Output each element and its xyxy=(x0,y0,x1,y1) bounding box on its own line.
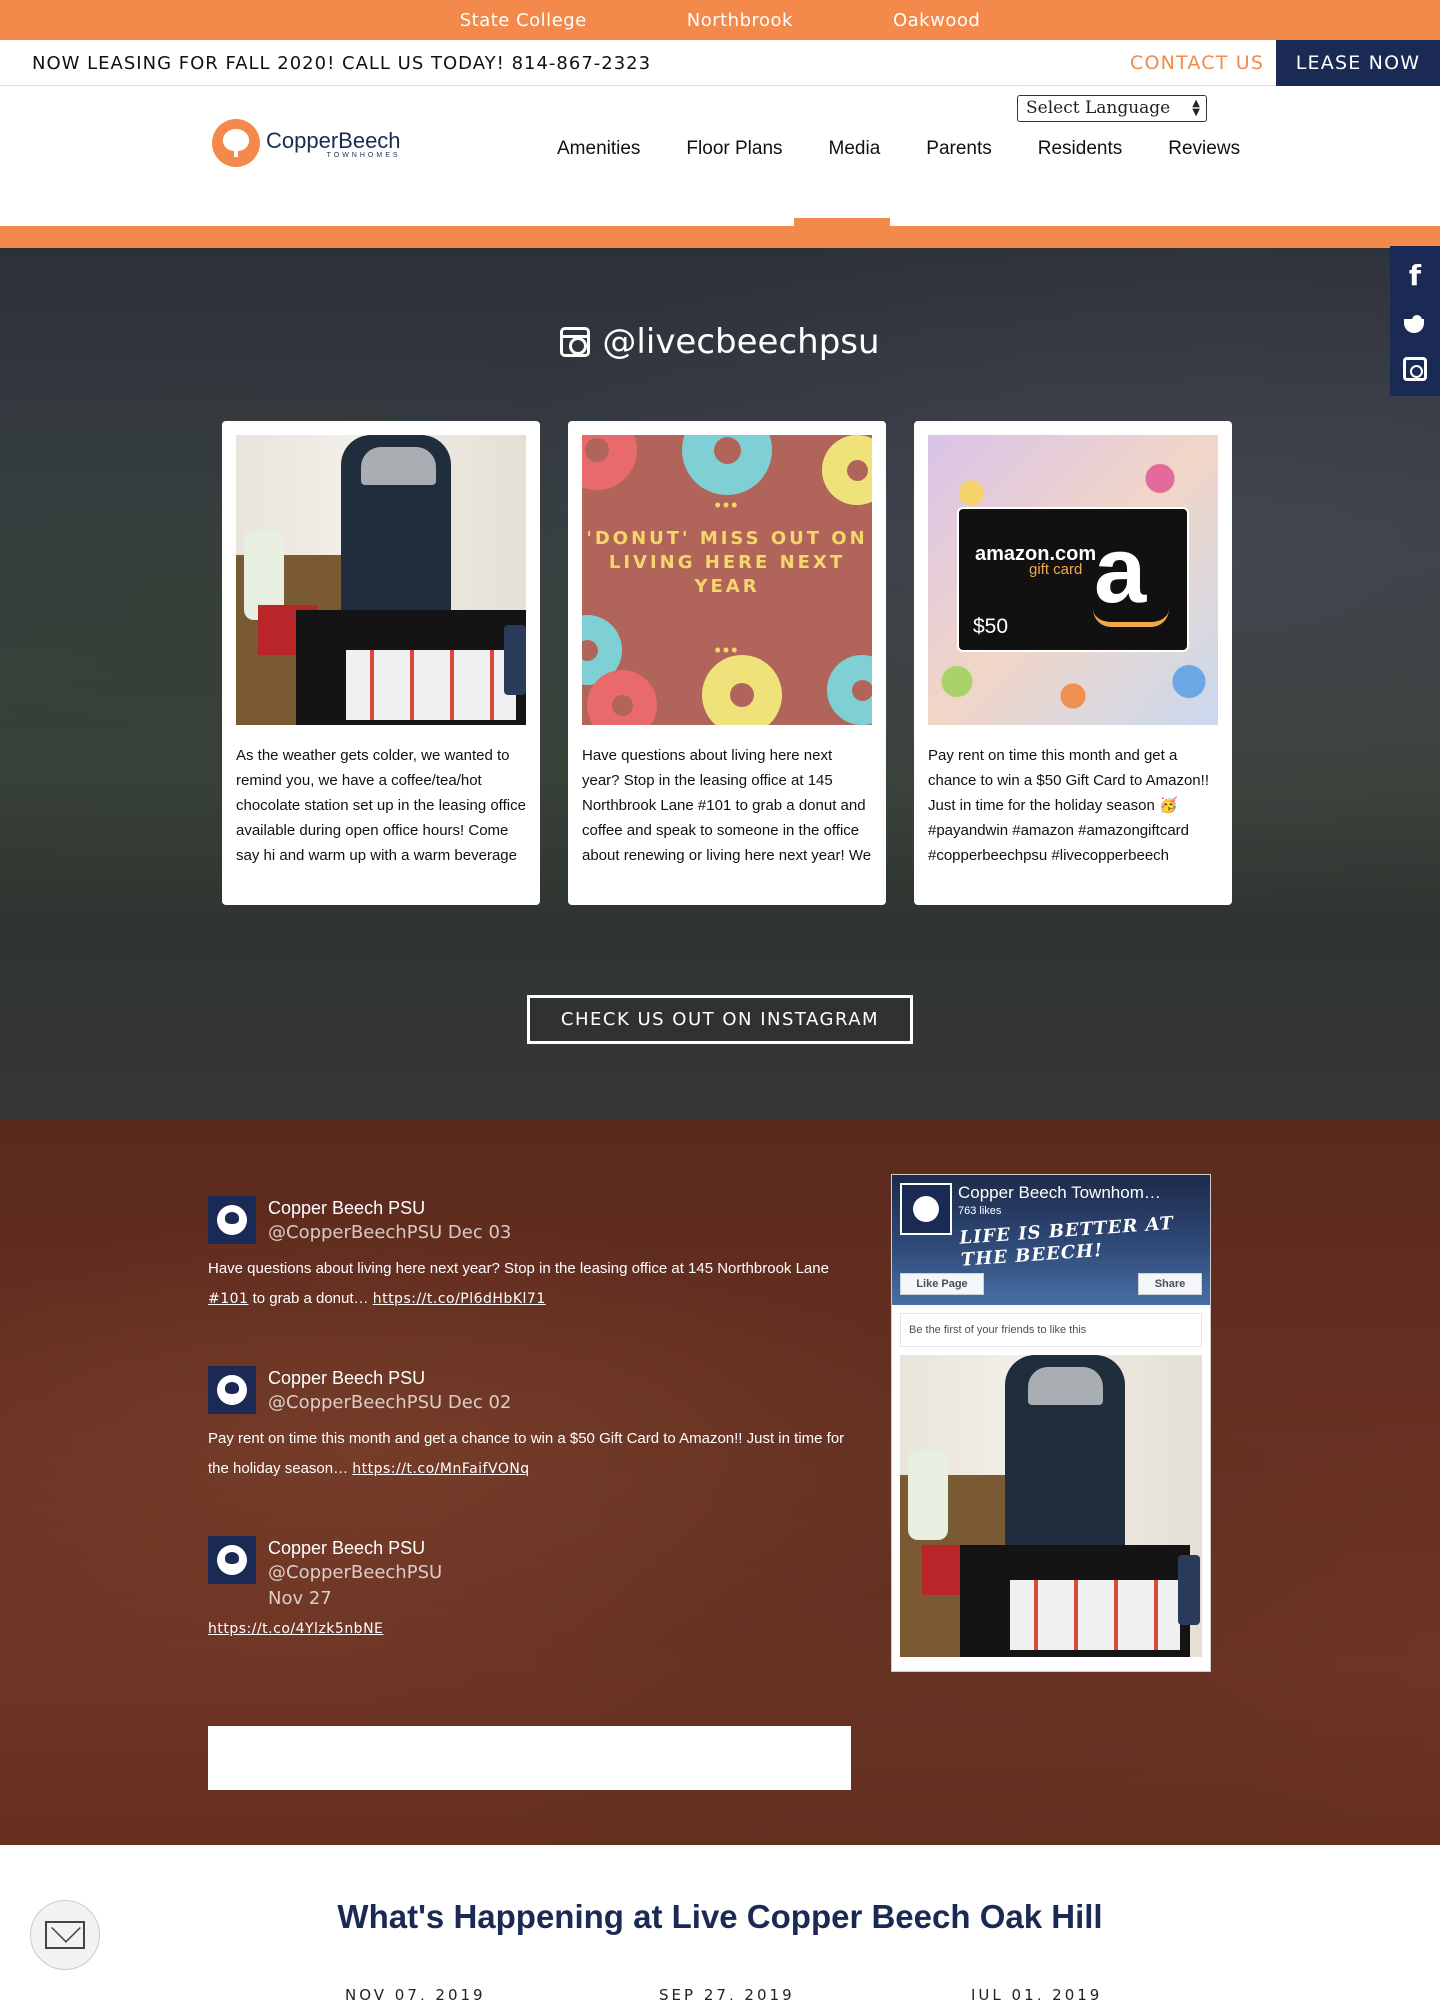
tweet-author[interactable]: Copper Beech PSU xyxy=(268,1536,442,1560)
feed-placeholder-box xyxy=(208,1726,851,1790)
instagram-icon xyxy=(560,327,591,357)
tweet-link[interactable]: https://t.co/4Ylzk5nbNE xyxy=(208,1621,383,1637)
location-link-oakwood[interactable]: Oakwood xyxy=(893,10,980,31)
amazon-logo-letter: a xyxy=(1094,517,1147,622)
instagram-card-caption: Pay rent on time this month and get a ch… xyxy=(928,747,1209,864)
leasing-bar: NOW LEASING FOR FALL 2020! CALL US TODAY… xyxy=(0,40,1440,86)
facebook-cover-text: LIFE IS BETTER AT THE BEECH! xyxy=(958,1212,1175,1271)
language-select[interactable]: Select Language ▲ ▼ xyxy=(1017,95,1207,122)
tweet: Copper Beech PSU @CopperBeechPSU Dec 02 … xyxy=(208,1366,848,1484)
tree-logo-icon xyxy=(212,119,260,167)
coffee-station-image xyxy=(236,435,526,725)
nav-item-media[interactable]: Media xyxy=(829,138,881,160)
facebook-page-title[interactable]: Copper Beech Townhom… xyxy=(958,1183,1161,1203)
tweet-body: Pay rent on time this month and get a ch… xyxy=(208,1424,848,1484)
donut-image-text: 'DONUT' MISS OUT ON LIVING HERE NEXT YEA… xyxy=(586,528,868,597)
logo[interactable]: CopperBeech TOWNHOMES xyxy=(212,119,401,167)
select-arrows-icon: ▲ ▼ xyxy=(1192,98,1200,118)
main-nav: Amenities Floor Plans Media Parents Resi… xyxy=(557,138,1240,160)
instagram-cards: As the weather gets colder, we wanted to… xyxy=(222,421,1232,905)
tweet-handle[interactable]: @CopperBeechPSU xyxy=(268,1560,442,1586)
tweet-author[interactable]: Copper Beech PSU xyxy=(268,1366,511,1390)
lease-now-button[interactable]: LEASE NOW xyxy=(1276,40,1440,86)
event-date: JUL 01, 2019 xyxy=(971,1986,1103,2000)
amazon-subtitle: gift card xyxy=(1029,561,1083,578)
nav-item-floor-plans[interactable]: Floor Plans xyxy=(686,138,782,160)
facebook-share-label: Share xyxy=(1154,1278,1186,1290)
section-title: What's Happening at Live Copper Beech Oa… xyxy=(337,1898,1103,1935)
tweet-text: to grab a donut… xyxy=(248,1290,373,1307)
tweet-link[interactable]: https://t.co/MnFaifVONq xyxy=(352,1461,529,1477)
site-header: Select Language ▲ ▼ CopperBeech TOWNHOMES… xyxy=(0,86,1440,226)
location-link-state-college[interactable]: State College xyxy=(460,10,587,31)
facebook-post-image[interactable] xyxy=(900,1355,1202,1657)
amazon-gift-card-image: amazon.com gift card a $50 xyxy=(928,435,1218,725)
facebook-like-button[interactable]: Like Page xyxy=(900,1273,984,1295)
amazon-price: $50 xyxy=(973,615,1009,638)
instagram-card-caption: Have questions about living here next ye… xyxy=(582,747,872,864)
social-sidebar: f xyxy=(1390,246,1440,396)
tweet-link[interactable]: https://t.co/Pl6dHbKl71 xyxy=(373,1291,546,1307)
facebook-share-button[interactable]: Share xyxy=(1138,1273,1202,1295)
tweet-handle[interactable]: @CopperBeechPSU Dec 02 xyxy=(268,1390,511,1416)
instagram-icon[interactable] xyxy=(1403,356,1427,381)
facebook-icon[interactable]: f xyxy=(1409,261,1421,291)
tweet-date[interactable]: Nov 27 xyxy=(268,1586,442,1612)
tweet-body: Have questions about living here next ye… xyxy=(208,1254,848,1314)
donut-promo-image: ••• 'DONUT' MISS OUT ON LIVING HERE NEXT… xyxy=(582,435,872,725)
contact-us-link[interactable]: CONTACT US xyxy=(1130,52,1264,74)
header-accent-rule xyxy=(0,226,1440,248)
avatar[interactable] xyxy=(208,1366,256,1414)
logo-name: CopperBeech xyxy=(266,127,401,153)
nav-item-residents[interactable]: Residents xyxy=(1038,138,1123,160)
tweet: Copper Beech PSU @CopperBeechPSU Nov 27 … xyxy=(208,1536,848,1644)
instagram-section: @livecbeechpsu As the weather gets colde… xyxy=(0,248,1440,1120)
facebook-friends-text: Be the first of your friends to like thi… xyxy=(900,1313,1202,1347)
amazon-gift-card: amazon.com gift card a $50 xyxy=(957,507,1189,652)
tweet-handle[interactable]: @CopperBeechPSU Dec 03 xyxy=(268,1220,511,1246)
instagram-card[interactable]: As the weather gets colder, we wanted to… xyxy=(222,421,540,905)
facebook-page-avatar[interactable] xyxy=(900,1183,952,1235)
active-nav-indicator xyxy=(794,218,890,226)
avatar[interactable] xyxy=(208,1196,256,1244)
event-dates: NOV 07, 2019 SEP 27, 2019 JUL 01, 2019 xyxy=(0,1986,1440,2000)
tweet-author[interactable]: Copper Beech PSU xyxy=(268,1196,511,1220)
tweet-text: Have questions about living here next ye… xyxy=(208,1260,829,1277)
donut-dots-bottom: ••• xyxy=(714,640,740,660)
nav-item-amenities[interactable]: Amenities xyxy=(557,138,640,160)
facebook-like-count: 763 likes xyxy=(958,1205,1002,1217)
instagram-card-caption: As the weather gets colder, we wanted to… xyxy=(236,747,526,864)
facebook-like-label: Like Page xyxy=(916,1278,968,1290)
instagram-handle-heading: @livecbeechpsu xyxy=(0,322,1440,362)
event-date: SEP 27, 2019 xyxy=(659,1986,795,2000)
logo-subtitle: TOWNHOMES xyxy=(326,151,401,159)
location-bar: State College Northbrook Oakwood xyxy=(0,0,1440,40)
nav-item-reviews[interactable]: Reviews xyxy=(1168,138,1240,160)
instagram-card[interactable]: amazon.com gift card a $50 Pay rent on t… xyxy=(914,421,1232,905)
leasing-message: NOW LEASING FOR FALL 2020! CALL US TODAY… xyxy=(32,53,652,74)
amazon-smile-icon xyxy=(1093,609,1169,627)
twitter-icon[interactable] xyxy=(1402,314,1428,334)
nav-item-parents[interactable]: Parents xyxy=(926,138,991,160)
avatar[interactable] xyxy=(208,1536,256,1584)
tweet-body: https://t.co/4Ylzk5nbNE xyxy=(208,1614,848,1644)
donut-dots-top: ••• xyxy=(714,495,740,515)
tweet-hashtag[interactable]: #101 xyxy=(208,1291,248,1307)
event-date: NOV 07, 2019 xyxy=(345,1986,486,2000)
location-link-northbrook[interactable]: Northbrook xyxy=(687,10,793,31)
instagram-handle: @livecbeechpsu xyxy=(602,322,880,362)
instagram-cta-button[interactable]: CHECK US OUT ON INSTAGRAM xyxy=(527,995,913,1044)
social-feed-section: Copper Beech PSU @CopperBeechPSU Dec 03 … xyxy=(0,1120,1440,1845)
tweet: Copper Beech PSU @CopperBeechPSU Dec 03 … xyxy=(208,1196,848,1314)
instagram-card[interactable]: ••• 'DONUT' MISS OUT ON LIVING HERE NEXT… xyxy=(568,421,886,905)
language-select-value: Select Language xyxy=(1026,98,1171,118)
facebook-page-widget[interactable]: LIFE IS BETTER AT THE BEECH! Copper Beec… xyxy=(891,1174,1211,1672)
